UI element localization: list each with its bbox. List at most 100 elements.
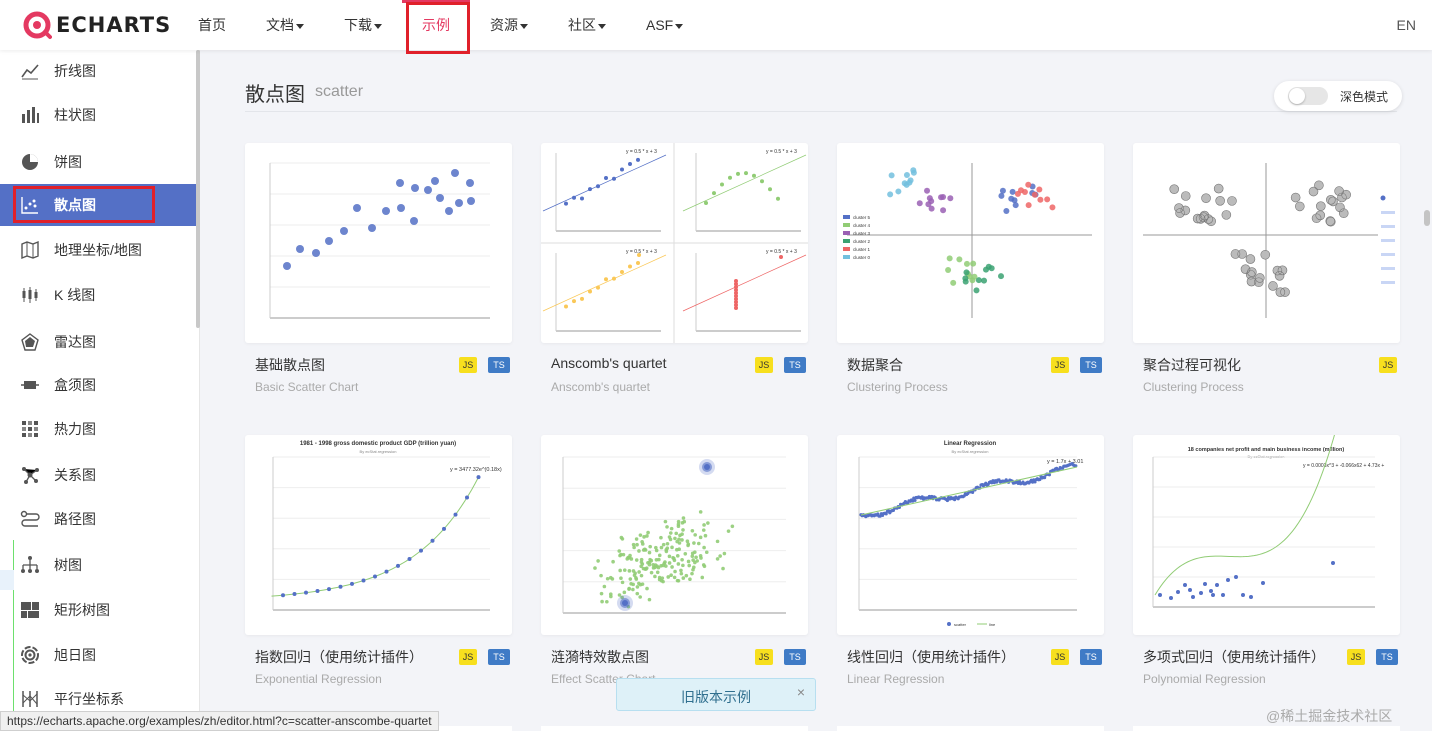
example-thumbnail[interactable] <box>1133 143 1400 343</box>
scatter-point <box>695 559 699 563</box>
js-badge[interactable]: JS <box>459 357 477 373</box>
js-badge[interactable]: JS <box>1379 357 1397 373</box>
scatter-point <box>608 592 613 596</box>
scatter-point <box>673 569 677 574</box>
dark-mode-toggle[interactable]: 深色模式 <box>1274 81 1402 111</box>
legend-swatch <box>843 223 850 227</box>
js-badge[interactable]: JS <box>1051 649 1069 665</box>
ts-badge[interactable]: TS <box>1080 649 1102 665</box>
scatter-point <box>661 542 666 547</box>
example-thumbnail[interactable]: Linear Regression By ecStat.regression y =… <box>837 435 1104 635</box>
js-badge[interactable]: JS <box>755 649 773 665</box>
scatter-point <box>688 577 692 582</box>
legend-swatch <box>843 247 850 251</box>
example-title[interactable]: 多项式回归（使用统计插件） <box>1143 647 1325 667</box>
toggle-track[interactable] <box>1288 87 1328 105</box>
example-title[interactable]: Anscomb's quartet <box>551 355 667 371</box>
example-card[interactable]: Linear Regression By ecStat.regression y =… <box>837 435 1104 686</box>
scatter-point <box>1176 590 1180 594</box>
sidebar-item[interactable]: K 线图 <box>0 274 197 316</box>
caret-down-icon <box>520 23 528 29</box>
ts-badge[interactable]: TS <box>784 649 806 665</box>
example-card[interactable]: 1981 - 1998 gross domestic product GDP (… <box>245 435 512 686</box>
example-card[interactable]: y = 0.5 * x + 3 y = 0.5 * x + 3 y = 0.5 * … <box>541 143 808 394</box>
example-title[interactable]: 聚合过程可视化 <box>1143 355 1241 375</box>
example-card[interactable]: 涟漪特效散点图 Effect Scatter Chart TS JS <box>541 435 808 686</box>
example-title[interactable]: 基础散点图 <box>255 355 325 375</box>
js-badge[interactable]: JS <box>1347 649 1365 665</box>
sidebar-item[interactable]: 路径图 <box>0 498 197 540</box>
ts-badge[interactable]: TS <box>784 357 806 373</box>
ts-badge[interactable]: TS <box>1376 649 1398 665</box>
example-thumbnail[interactable]: cluster 5 cluster 4 cluster 3 cluster 2 clus… <box>837 143 1104 343</box>
sidebar-item[interactable]: 关系图 <box>0 454 197 496</box>
old-version-toast[interactable]: 旧版本示例 × <box>616 678 816 711</box>
page-scrollbar-thumb[interactable] <box>1424 210 1430 226</box>
nav-item[interactable]: 首页 <box>178 0 246 50</box>
regression-line <box>542 254 667 312</box>
sidebar-item[interactable]: 折线图 <box>0 50 197 92</box>
scatter-point <box>1191 595 1195 599</box>
sidebar-item[interactable]: 矩形树图 <box>0 589 197 631</box>
sidebar-item[interactable]: 盒须图 <box>0 364 197 406</box>
nav-item[interactable]: 社区 <box>548 0 626 50</box>
scatter-point <box>629 581 633 586</box>
scatter-point <box>715 539 720 544</box>
nav-item[interactable]: 资源 <box>470 0 548 50</box>
scatter-point <box>620 167 624 172</box>
scatter-point <box>690 551 695 556</box>
nav-item[interactable]: 文档 <box>246 0 324 50</box>
js-badge[interactable]: JS <box>755 357 773 373</box>
example-card[interactable]: 聚合过程可视化 Clustering Process JS <box>1133 143 1400 394</box>
scatter-point <box>730 524 735 529</box>
sidebar-item[interactable]: 旭日图 <box>0 634 197 676</box>
sidebar-item[interactable]: 地理坐标/地图 <box>0 229 197 271</box>
example-card[interactable]: 基础散点图 Basic Scatter Chart TS JS <box>245 143 512 394</box>
js-badge[interactable]: JS <box>1051 357 1069 373</box>
scatter-point <box>752 173 756 178</box>
scatter-point <box>691 567 695 572</box>
sidebar-item[interactable]: 雷达图 <box>0 321 197 363</box>
dark-mode-label: 深色模式 <box>1340 89 1389 104</box>
example-card[interactable]: 18 companies net profit and main busines… <box>1133 435 1400 686</box>
example-title[interactable]: 线性回归（使用统计插件） <box>847 647 1015 667</box>
ts-badge[interactable]: TS <box>488 357 510 373</box>
scatter-point <box>1221 593 1225 597</box>
example-thumbnail[interactable]: 18 companies net profit and main busines… <box>1133 435 1400 635</box>
scatter-point <box>1183 583 1187 587</box>
scatter-point <box>619 576 623 580</box>
sidebar-item[interactable]: 热力图 <box>0 408 197 450</box>
scatter-point <box>572 299 576 304</box>
scatter-point <box>675 554 680 558</box>
example-thumbnail[interactable] <box>541 435 808 635</box>
language-switch[interactable]: EN <box>1397 0 1416 50</box>
example-thumbnail[interactable]: y = 0.5 * x + 3 y = 0.5 * x + 3 y = 0.5 * … <box>541 143 808 343</box>
example-thumbnail[interactable]: 1981 - 1998 gross domestic product GDP (… <box>245 435 512 635</box>
sidebar-item[interactable]: 饼图 <box>0 141 197 183</box>
example-title[interactable]: 数据聚合 <box>847 355 903 375</box>
example-title[interactable]: 指数回归（使用统计插件） <box>255 647 423 667</box>
scatter-point <box>605 599 609 604</box>
nav-item[interactable]: 下载 <box>324 0 402 50</box>
example-thumbnail[interactable] <box>245 143 512 343</box>
scatter-point <box>373 574 377 579</box>
sidebar-item[interactable]: 柱状图 <box>0 94 197 136</box>
scatter-point <box>670 565 674 569</box>
sidebar-item[interactable]: 散点图 <box>0 184 197 226</box>
scatter-point <box>361 578 366 583</box>
nav-item[interactable]: ASF <box>626 0 703 50</box>
nav-item[interactable]: 示例 <box>402 0 470 50</box>
scatter-point <box>665 541 670 546</box>
sidebar-item-label: 地理坐标/地图 <box>54 242 142 258</box>
ts-badge[interactable]: TS <box>488 649 510 665</box>
example-card[interactable]: cluster 5 cluster 4 cluster 3 cluster 2 clus… <box>837 143 1104 394</box>
echarts-logo[interactable]: ECHARTS <box>22 8 171 42</box>
scatter-point <box>1188 588 1192 592</box>
toast-close-icon[interactable]: × <box>797 684 805 700</box>
js-badge[interactable]: JS <box>459 649 477 665</box>
ts-badge[interactable]: TS <box>1080 357 1102 373</box>
scatter-point <box>674 531 679 536</box>
example-title[interactable]: 涟漪特效散点图 <box>551 647 649 667</box>
sidebar-item[interactable]: 树图 <box>0 544 197 586</box>
caret-down-icon <box>598 23 606 29</box>
